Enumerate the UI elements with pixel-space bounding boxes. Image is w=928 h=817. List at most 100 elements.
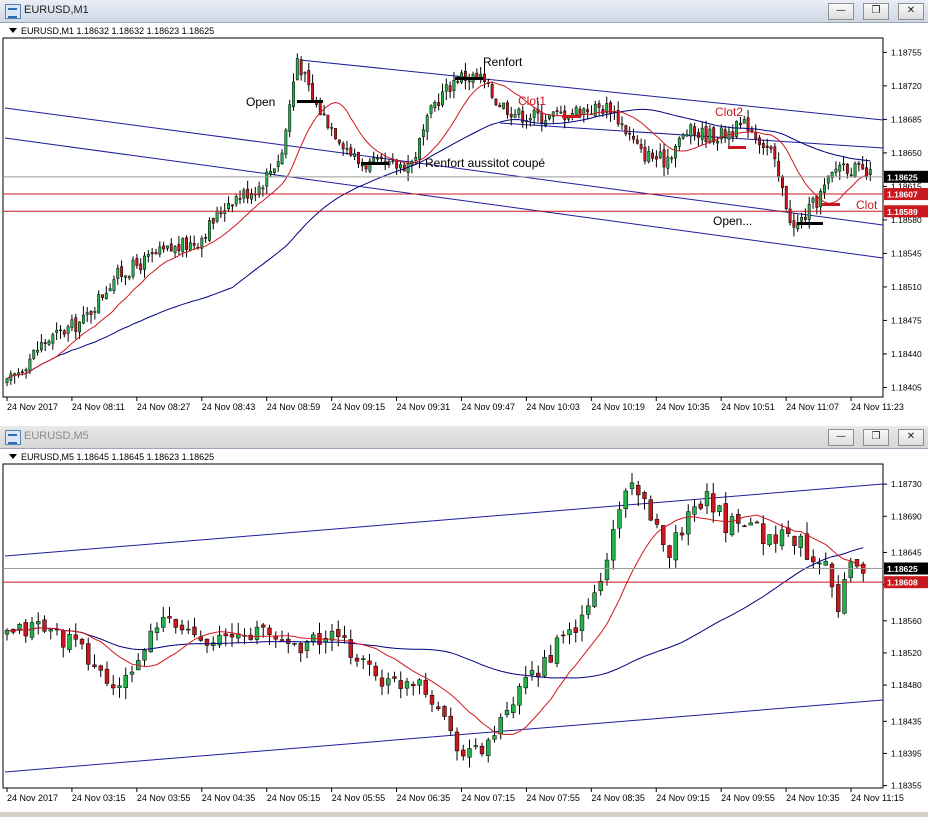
x-tick-label: 24 Nov 07:15 <box>461 793 515 803</box>
window-titlebar-m5[interactable]: EURUSD,M5 — ❐ ✕ <box>0 426 928 449</box>
chart-window-m5: EURUSD,M5 — ❐ ✕ EURUSD,M5 1.18645 1.1864… <box>0 426 928 812</box>
minimize-button[interactable]: — <box>828 3 854 20</box>
candle-body <box>517 108 521 115</box>
y-tick-label: 1.18545 <box>891 248 922 258</box>
ma-slow-line <box>6 108 871 380</box>
chart-menu-arrow-icon <box>9 454 17 459</box>
x-tick-label: 24 Nov 09:55 <box>721 793 775 803</box>
candle-body <box>79 638 85 645</box>
candle-body <box>167 616 172 619</box>
y-tick-label: 1.18645 <box>891 547 922 557</box>
candle-body <box>461 749 466 757</box>
candle-body <box>582 108 586 115</box>
candle-body <box>179 624 185 631</box>
x-tick-label: 24 Nov 11:15 <box>851 793 904 803</box>
candle-body <box>288 104 292 132</box>
candle-body <box>639 144 643 149</box>
candle-body <box>711 493 716 513</box>
chart-annotation: Renfort aussitot coupé <box>425 156 545 170</box>
candle-body <box>758 137 761 146</box>
x-tick-label: 24 Nov 11:23 <box>851 402 904 412</box>
candle-body <box>135 258 139 266</box>
candle-body <box>861 164 865 170</box>
candle-body <box>834 168 838 173</box>
chart-m5[interactable]: EURUSD,M5 1.18645 1.18645 1.18623 1.1862… <box>0 448 928 812</box>
candle-body <box>23 622 28 637</box>
chart-annotation: Open... <box>713 214 752 228</box>
candle-body <box>303 72 307 74</box>
candle-body <box>51 334 55 344</box>
candle-body <box>492 735 497 740</box>
candle-body <box>192 243 196 246</box>
candle-body <box>142 650 147 661</box>
candle-body <box>181 238 185 252</box>
candle-body <box>502 102 506 109</box>
candle-body <box>611 529 616 561</box>
candle-body <box>593 103 597 117</box>
minimize-button[interactable]: — <box>828 429 854 446</box>
candle-body <box>248 634 253 640</box>
candle-body <box>284 129 288 155</box>
chart-area-m1[interactable]: EURUSD,M1 1.18632 1.18632 1.18623 1.1862… <box>0 22 928 431</box>
candle-body <box>781 176 784 189</box>
candle-body <box>754 131 758 139</box>
candle-body <box>345 148 349 150</box>
candle-body <box>528 118 532 121</box>
candle-body <box>567 629 572 636</box>
candle-body <box>93 311 97 313</box>
candle-body <box>723 503 728 534</box>
candle-body <box>654 156 658 160</box>
candle-body <box>623 490 628 509</box>
candle-body <box>532 109 536 118</box>
candle-body <box>92 664 97 668</box>
candle-body <box>32 349 36 359</box>
candle-body <box>674 146 677 159</box>
candle-body <box>513 114 517 118</box>
candle-body <box>708 128 712 143</box>
candle-body <box>698 503 703 509</box>
x-tick-label: 24 Nov 10:35 <box>786 793 840 803</box>
candle-body <box>686 511 691 535</box>
candle-body <box>620 123 624 126</box>
candle-body <box>295 58 299 81</box>
candle-body <box>643 147 647 162</box>
candle-body <box>823 184 826 193</box>
candle-body <box>670 157 674 160</box>
candle-body <box>223 633 228 637</box>
candle-body <box>208 220 211 241</box>
x-tick-label: 24 Nov 03:55 <box>137 793 191 803</box>
candle-body <box>848 561 853 578</box>
chart-m1[interactable]: EURUSD,M1 1.18632 1.18632 1.18623 1.1862… <box>0 22 928 426</box>
candle-body <box>186 628 191 631</box>
x-tick-label: 24 Nov 07:55 <box>526 793 580 803</box>
close-button[interactable]: ✕ <box>898 429 924 446</box>
maximize-button[interactable]: ❐ <box>863 3 889 20</box>
candle-body <box>845 163 849 174</box>
x-tick-label: 24 Nov 11:07 <box>786 402 839 412</box>
candle-body <box>399 164 402 169</box>
candle-body <box>361 658 366 660</box>
y-tick-label: 1.18510 <box>891 282 922 292</box>
candle-body <box>386 678 391 686</box>
candle-body <box>773 534 778 544</box>
candle-body <box>86 643 91 665</box>
close-button[interactable]: ✕ <box>898 3 924 20</box>
candle-body <box>166 245 169 249</box>
candle-body <box>803 216 807 220</box>
x-tick-label: 24 Nov 09:15 <box>656 793 710 803</box>
candle-body <box>838 165 842 172</box>
candle-body <box>544 120 548 126</box>
chart-header: EURUSD,M1 1.18632 1.18632 1.18623 1.1862… <box>21 26 214 36</box>
window-titlebar-m1[interactable]: EURUSD,M1 — ❐ ✕ <box>0 0 928 23</box>
chart-area-m5[interactable]: EURUSD,M5 1.18645 1.18645 1.18623 1.1862… <box>0 448 928 817</box>
candle-body <box>254 626 260 640</box>
candle-body <box>853 163 857 177</box>
candle-body <box>748 522 753 526</box>
candle-body <box>586 605 591 615</box>
candle-body <box>529 670 535 675</box>
maximize-button[interactable]: ❐ <box>863 429 889 446</box>
chart-window-m1: EURUSD,M1 — ❐ ✕ EURUSD,M1 1.18632 1.1863… <box>0 0 928 426</box>
candle-body <box>307 70 311 86</box>
candle-body <box>392 676 397 679</box>
candle-body <box>97 294 101 314</box>
